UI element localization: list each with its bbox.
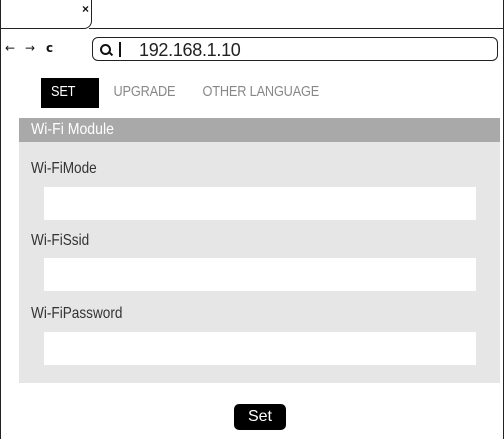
text-cursor (119, 42, 121, 57)
wifi-ssid-input[interactable] (44, 258, 476, 291)
menu-item-other-language[interactable]: OTHER LANGUAGE (194, 78, 328, 108)
tab-strip-divider (89, 28, 504, 29)
wifi-mode-label: Wi-FiMode (31, 159, 108, 179)
browser-toolbar: ← → c 192.168.1.10 (1, 30, 504, 70)
field-label-text: Wi-FiPassword (31, 305, 123, 322)
url-text[interactable]: 192.168.1.10 (139, 40, 241, 60)
wifi-ssid-label: Wi-FiSsid (31, 231, 99, 251)
forward-arrow-icon[interactable]: → (25, 40, 35, 56)
wifi-password-label: Wi-FiPassword (31, 304, 139, 324)
search-icon (100, 44, 111, 55)
browser-tab[interactable]: × (0, 0, 92, 29)
menu-item-set[interactable]: SET (41, 78, 99, 108)
address-bar[interactable]: 192.168.1.10 (92, 37, 498, 61)
wifi-password-input[interactable] (44, 332, 476, 365)
menu-item-upgrade[interactable]: UPGRADE (105, 78, 184, 108)
browser-window: × ← → c 192.168.1.10 SET UPGRADE OTHER L… (0, 0, 504, 439)
back-arrow-icon[interactable]: ← (5, 40, 15, 56)
menu-item-label: SET (51, 83, 76, 100)
tab-strip: × (0, 0, 504, 30)
panel-title: Wi-Fi Module (19, 118, 500, 142)
top-menu: SET UPGRADE OTHER LANGUAGE (41, 78, 351, 108)
field-label-text: Wi-FiMode (31, 160, 97, 177)
field-label-text: Wi-FiSsid (31, 232, 90, 249)
panel-title-text: Wi-Fi Module (31, 121, 114, 138)
reload-icon[interactable]: c (46, 40, 53, 56)
wifi-mode-input[interactable] (44, 187, 476, 220)
page-content: SET UPGRADE OTHER LANGUAGE Wi-Fi Module … (1, 70, 504, 439)
close-icon[interactable]: × (82, 3, 89, 15)
set-button[interactable]: Set (234, 404, 286, 430)
wifi-module-panel: Wi-Fi Module Wi-FiMode Wi-FiSsid Wi-FiPa… (19, 118, 500, 383)
